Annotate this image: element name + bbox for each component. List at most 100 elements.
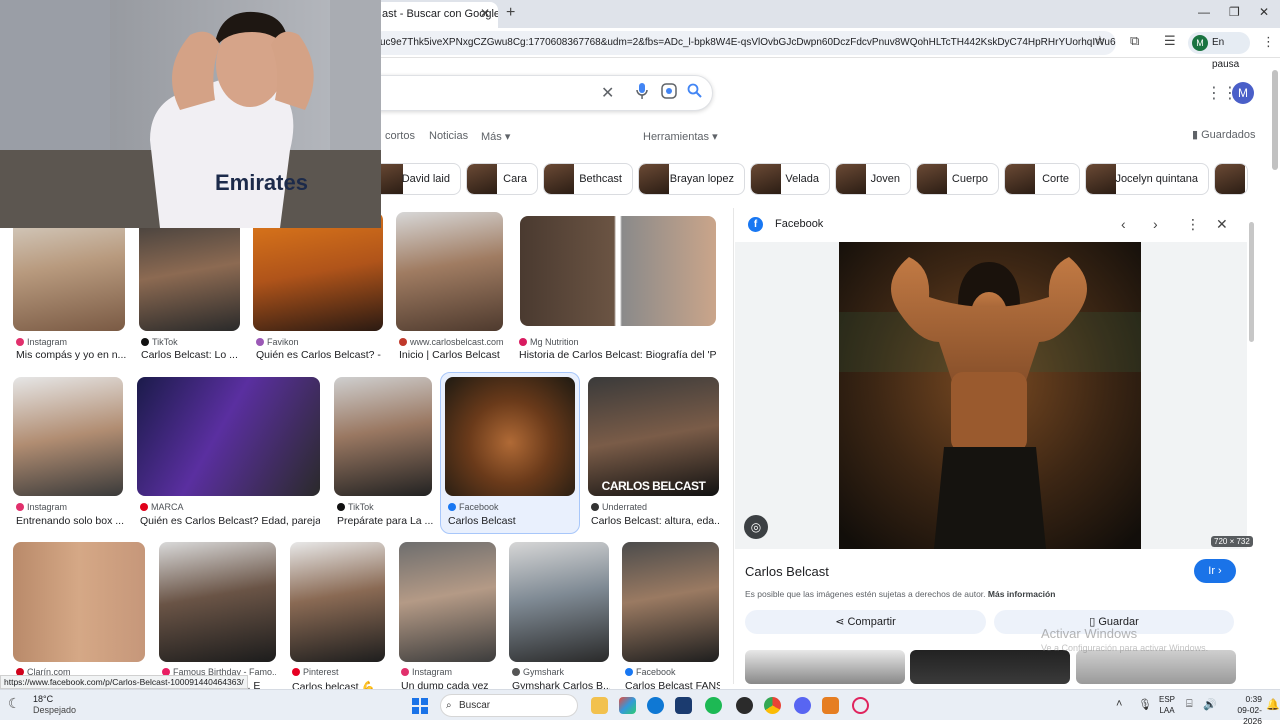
language-indicator[interactable]: ESP LAA — [1159, 694, 1175, 716]
lens-button[interactable]: ◎ — [744, 515, 768, 539]
result-image-8[interactable] — [334, 377, 432, 496]
spotify-icon[interactable] — [705, 697, 722, 714]
clear-search-icon[interactable]: ✕ — [601, 83, 614, 103]
previous-icon[interactable]: ‹ — [1121, 216, 1126, 232]
mg-nutrition-icon — [519, 338, 527, 346]
notifications-icon[interactable]: 🔔 — [1266, 698, 1280, 711]
weather-temperature[interactable]: 18°C — [33, 694, 53, 704]
minimize-button[interactable]: — — [1198, 5, 1210, 19]
chip-velada[interactable]: Velada — [750, 163, 830, 195]
result-image-16[interactable] — [622, 542, 719, 662]
saved-link[interactable]: ▮ Guardados — [1192, 128, 1256, 141]
result-title-6[interactable]: Entrenando solo box ... — [16, 515, 126, 527]
preview-source[interactable]: Facebook — [775, 218, 823, 230]
edge-icon[interactable] — [647, 697, 664, 714]
result-title-2[interactable]: Carlos Belcast: Lo ... — [141, 349, 241, 361]
result-image-11[interactable] — [13, 542, 145, 662]
opera-icon[interactable] — [852, 697, 869, 714]
discord-icon[interactable] — [794, 697, 811, 714]
result-image-7[interactable] — [137, 377, 320, 496]
weather-moon-icon[interactable]: ☾ — [8, 695, 21, 712]
preview-title[interactable]: Carlos Belcast — [745, 564, 829, 579]
tab-more[interactable]: Más ▾ — [481, 130, 510, 143]
tray-chevron-icon[interactable]: ˄ — [1116, 698, 1122, 710]
result-image-3[interactable] — [253, 212, 383, 331]
microphone-icon[interactable]: 🎙 — [1138, 698, 1152, 711]
chip-jocelyn-quintana[interactable]: Jocelyn quintana — [1085, 163, 1209, 195]
tab-news[interactable]: Noticias — [429, 130, 468, 142]
result-image-4[interactable] — [396, 212, 503, 331]
result-title-8[interactable]: Prepárate para La ... — [337, 515, 433, 527]
address-bar[interactable]: uc9e7Thk5iveXPNxgCZGwu8Cg:1770608367768&… — [372, 31, 1116, 55]
related-thumb-2[interactable] — [910, 650, 1070, 684]
restore-button[interactable]: ❐ — [1229, 5, 1240, 19]
result-title-4[interactable]: Inicio | Carlos Belcast — [399, 349, 504, 361]
result-image-5[interactable] — [520, 216, 716, 326]
result-image-14[interactable] — [399, 542, 496, 662]
lens-search-icon[interactable] — [661, 83, 677, 104]
chip-cuerpo[interactable]: Cuerpo — [916, 163, 999, 195]
related-thumb-1[interactable] — [745, 650, 905, 684]
result-image-10[interactable]: CARLOS BELCAST — [588, 377, 719, 496]
window-close-button[interactable]: ✕ — [1259, 5, 1269, 19]
result-title-7[interactable]: Quién es Carlos Belcast? Edad, pareja,..… — [140, 515, 320, 527]
result-image-1[interactable] — [13, 212, 125, 331]
volume-icon[interactable]: 🔊 — [1203, 698, 1217, 711]
result-title-5[interactable]: Historia de Carlos Belcast: Biografía de… — [519, 349, 717, 361]
account-avatar[interactable]: M — [1232, 82, 1254, 104]
chip-bethcast[interactable]: Bethcast — [543, 163, 633, 195]
extensions-icon[interactable]: ⧉ — [1130, 33, 1139, 49]
result-image-15[interactable] — [509, 542, 609, 662]
more-options-icon[interactable]: ⋮ — [1186, 216, 1200, 233]
visit-button[interactable]: Ir › — [1194, 559, 1236, 583]
search-box[interactable]: ✕ — [360, 75, 713, 111]
search-icon[interactable] — [687, 83, 702, 103]
chip-cara[interactable]: Cara — [466, 163, 538, 195]
chip-overflow[interactable] — [1214, 163, 1248, 195]
result-title-1[interactable]: Mis compás y yo en n... — [16, 349, 128, 361]
more-menu-icon[interactable]: ⋮ — [1262, 34, 1275, 50]
chip-thumbnail — [751, 164, 781, 194]
chip-brayan-lopez[interactable]: Brayan lopez — [638, 163, 745, 195]
reading-list-icon[interactable]: ☰ — [1164, 33, 1176, 49]
taskbar-search[interactable]: ⌕ Buscar — [440, 694, 578, 717]
clock[interactable]: 0:39 09-02-2026 — [1222, 694, 1262, 727]
tab-short-videos[interactable]: cortos — [385, 130, 415, 142]
browser-tab[interactable]: ast - Buscar con Google — [368, 2, 498, 28]
result-title-10[interactable]: Carlos Belcast: altura, eda... — [591, 515, 719, 527]
voice-search-icon[interactable] — [635, 83, 649, 104]
bookmark-star-icon[interactable]: ☆ — [1094, 33, 1106, 49]
panel-scrollbar[interactable] — [1249, 222, 1254, 342]
app-icon[interactable] — [822, 697, 839, 714]
result-image-9[interactable] — [445, 377, 575, 496]
file-explorer-icon[interactable] — [591, 697, 608, 714]
result-image-2[interactable] — [139, 212, 240, 331]
network-icon[interactable]: ⌸ — [1186, 698, 1193, 711]
chip-joven[interactable]: Joven — [835, 163, 911, 195]
result-image-12[interactable] — [159, 542, 276, 662]
start-windows-icon[interactable] — [412, 698, 428, 714]
chip-corte[interactable]: Corte — [1004, 163, 1080, 195]
chrome-icon[interactable] — [764, 697, 781, 714]
new-tab-button[interactable]: + — [506, 4, 515, 22]
profile-button[interactable]: M En pausa — [1188, 32, 1250, 70]
preview-image[interactable] — [839, 242, 1141, 549]
result-title-9[interactable]: Carlos Belcast — [448, 515, 576, 527]
result-title-3[interactable]: Quién es Carlos Belcast? -... — [256, 349, 381, 361]
page-scrollbar[interactable] — [1272, 70, 1278, 170]
close-tab-icon[interactable]: ✕ — [480, 6, 490, 20]
chip-thumbnail — [1086, 164, 1116, 194]
result-image-13[interactable] — [290, 542, 385, 662]
chip-thumbnail — [917, 164, 947, 194]
store-icon[interactable] — [675, 697, 692, 714]
close-icon[interactable]: ✕ — [1216, 216, 1228, 233]
more-info-link[interactable]: Más información — [988, 589, 1056, 599]
share-button[interactable]: ⋖ Compartir — [745, 610, 986, 634]
chip-david-laid[interactable]: David laid — [372, 163, 461, 195]
result-image-6[interactable] — [13, 377, 123, 496]
related-thumb-3[interactable] — [1076, 650, 1236, 684]
tools-button[interactable]: Herramientas ▾ — [643, 130, 718, 143]
next-icon[interactable]: › — [1153, 216, 1158, 232]
obs-icon[interactable] — [736, 697, 753, 714]
copilot-icon[interactable] — [619, 697, 636, 714]
